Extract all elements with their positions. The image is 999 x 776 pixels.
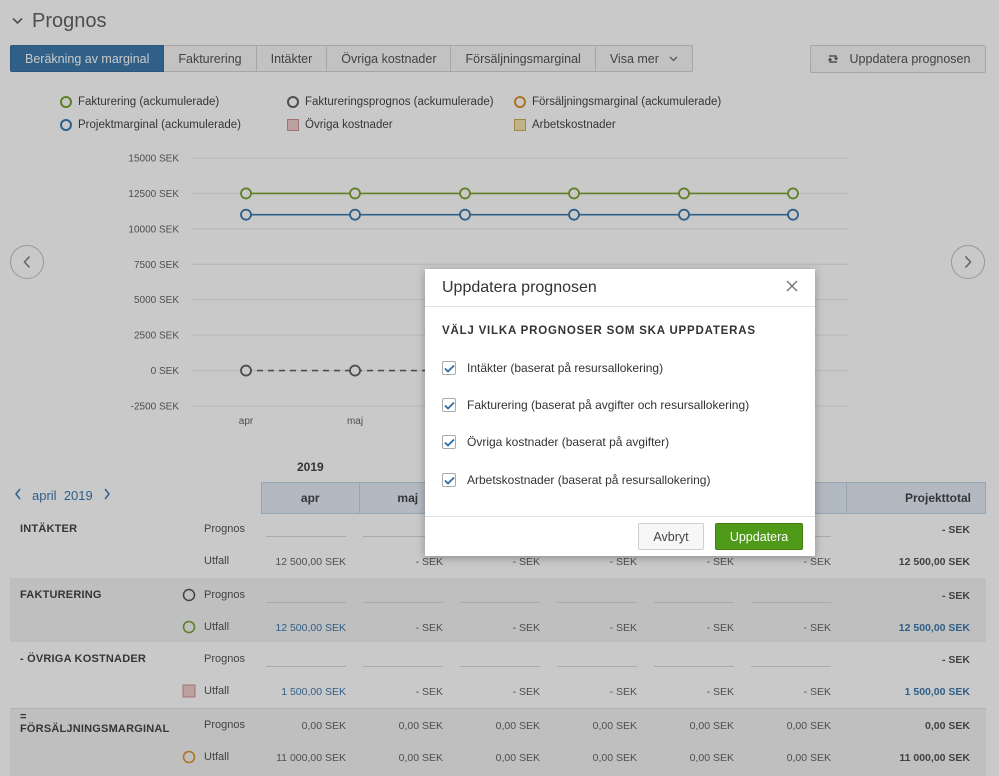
option-label: Intäkter (baserat på resursallokering)	[467, 361, 664, 375]
dialog-subtitle: VÄLJ VILKA PROGNOSER SOM SKA UPPDATERAS	[442, 325, 756, 337]
checkbox-arbetskostnader[interactable]	[442, 473, 456, 487]
checkmark-icon	[443, 476, 455, 485]
checkmark-icon	[443, 364, 455, 373]
checkbox-ovriga-kostnader[interactable]	[442, 435, 456, 449]
option-label: Övriga kostnader (baserat på avgifter)	[467, 435, 670, 449]
option-intakter[interactable]: Intäkter (baserat på resursallokering)	[442, 361, 663, 375]
option-label: Fakturering (baserat på avgifter och res…	[467, 398, 750, 412]
option-fakturering[interactable]: Fakturering (baserat på avgifter och res…	[442, 398, 749, 412]
close-icon[interactable]	[785, 279, 799, 293]
update-forecast-dialog: Uppdatera prognosen VÄLJ VILKA PROGNOSER…	[425, 269, 815, 556]
confirm-update-button[interactable]: Uppdatera	[715, 523, 803, 550]
option-ovriga-kostnader[interactable]: Övriga kostnader (baserat på avgifter)	[442, 435, 669, 449]
page: Prognos Beräkning av marginal Fakturerin…	[0, 0, 999, 776]
cancel-button[interactable]: Avbryt	[638, 523, 704, 550]
dialog-footer: Avbryt Uppdatera	[425, 516, 815, 556]
checkmark-icon	[443, 438, 455, 447]
checkbox-intakter[interactable]	[442, 361, 456, 375]
dialog-title: Uppdatera prognosen	[442, 278, 597, 296]
dialog-header: Uppdatera prognosen	[425, 269, 815, 307]
checkbox-fakturering[interactable]	[442, 398, 456, 412]
checkmark-icon	[443, 401, 455, 410]
option-arbetskostnader[interactable]: Arbetskostnader (baserat på resursalloke…	[442, 473, 710, 487]
option-label: Arbetskostnader (baserat på resursalloke…	[467, 473, 711, 487]
